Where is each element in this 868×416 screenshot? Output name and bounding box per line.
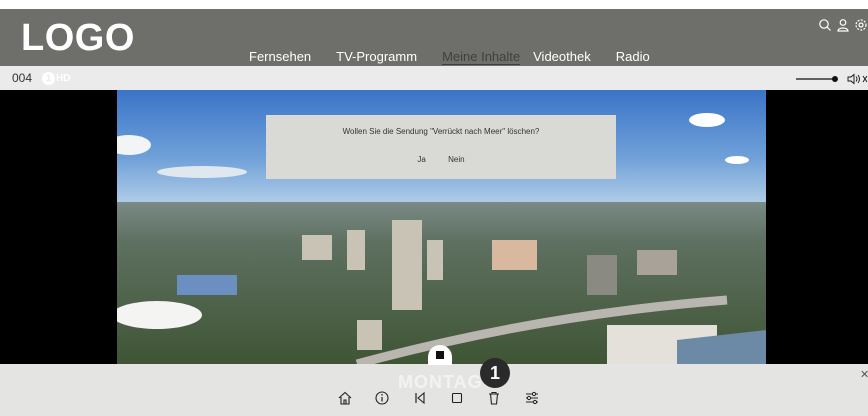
- control-bar-handle[interactable]: [428, 345, 452, 365]
- confirm-button[interactable]: Ja: [417, 155, 425, 164]
- search-icon[interactable]: [818, 18, 832, 32]
- callout-marker: 1: [480, 358, 510, 388]
- volume-slider-knob[interactable]: [831, 76, 838, 82]
- logo[interactable]: LOGO: [21, 17, 135, 60]
- main-nav: Fernsehen TV-Programm Meine Inhalte Vide…: [249, 49, 675, 65]
- settings-icon[interactable]: [854, 18, 868, 32]
- home-icon[interactable]: [337, 390, 353, 406]
- dialog-message: Wollen Sie die Sendung "Verrückt nach Me…: [342, 127, 540, 136]
- channel-logo: 1 HD: [42, 71, 70, 85]
- speaker-icon[interactable]: [847, 73, 860, 85]
- nav-item-radio[interactable]: Radio: [616, 49, 650, 65]
- channel-logo-hd: HD: [56, 72, 71, 84]
- nav-item-meine-inhalte[interactable]: Meine Inhalte: [442, 49, 521, 65]
- nav-item-videothek[interactable]: Videothek: [533, 49, 591, 65]
- stop-icon[interactable]: [449, 390, 465, 406]
- volume-slider[interactable]: [796, 73, 868, 85]
- cancel-button[interactable]: Nein: [448, 155, 464, 164]
- dialog-buttons: Ja Nein: [266, 155, 616, 164]
- trash-icon[interactable]: [486, 390, 502, 406]
- header-top-strip: [0, 0, 868, 9]
- nav-item-fernsehen[interactable]: Fernsehen: [249, 49, 311, 65]
- handle-icon: [436, 351, 444, 359]
- settings-sliders-icon[interactable]: [524, 390, 540, 406]
- channel-logo-mark: 1: [42, 71, 55, 85]
- app-header: LOGO Fernsehen TV-Programm Meine Inhalte…: [0, 0, 868, 66]
- channel-info-bar: 004 1 HD: [0, 66, 868, 90]
- player-controls: [337, 390, 547, 406]
- control-bar-close-icon[interactable]: ✕: [860, 368, 868, 381]
- info-icon[interactable]: [374, 390, 390, 406]
- user-icon[interactable]: [836, 18, 850, 32]
- delete-confirm-dialog: Wollen Sie die Sendung "Verrückt nach Me…: [266, 115, 616, 179]
- nav-item-tv-programm[interactable]: TV-Programm: [336, 49, 417, 65]
- skip-back-icon[interactable]: [412, 390, 428, 406]
- channel-number: 004: [12, 71, 33, 85]
- header-icons: [818, 18, 868, 32]
- close-icon[interactable]: [862, 75, 868, 83]
